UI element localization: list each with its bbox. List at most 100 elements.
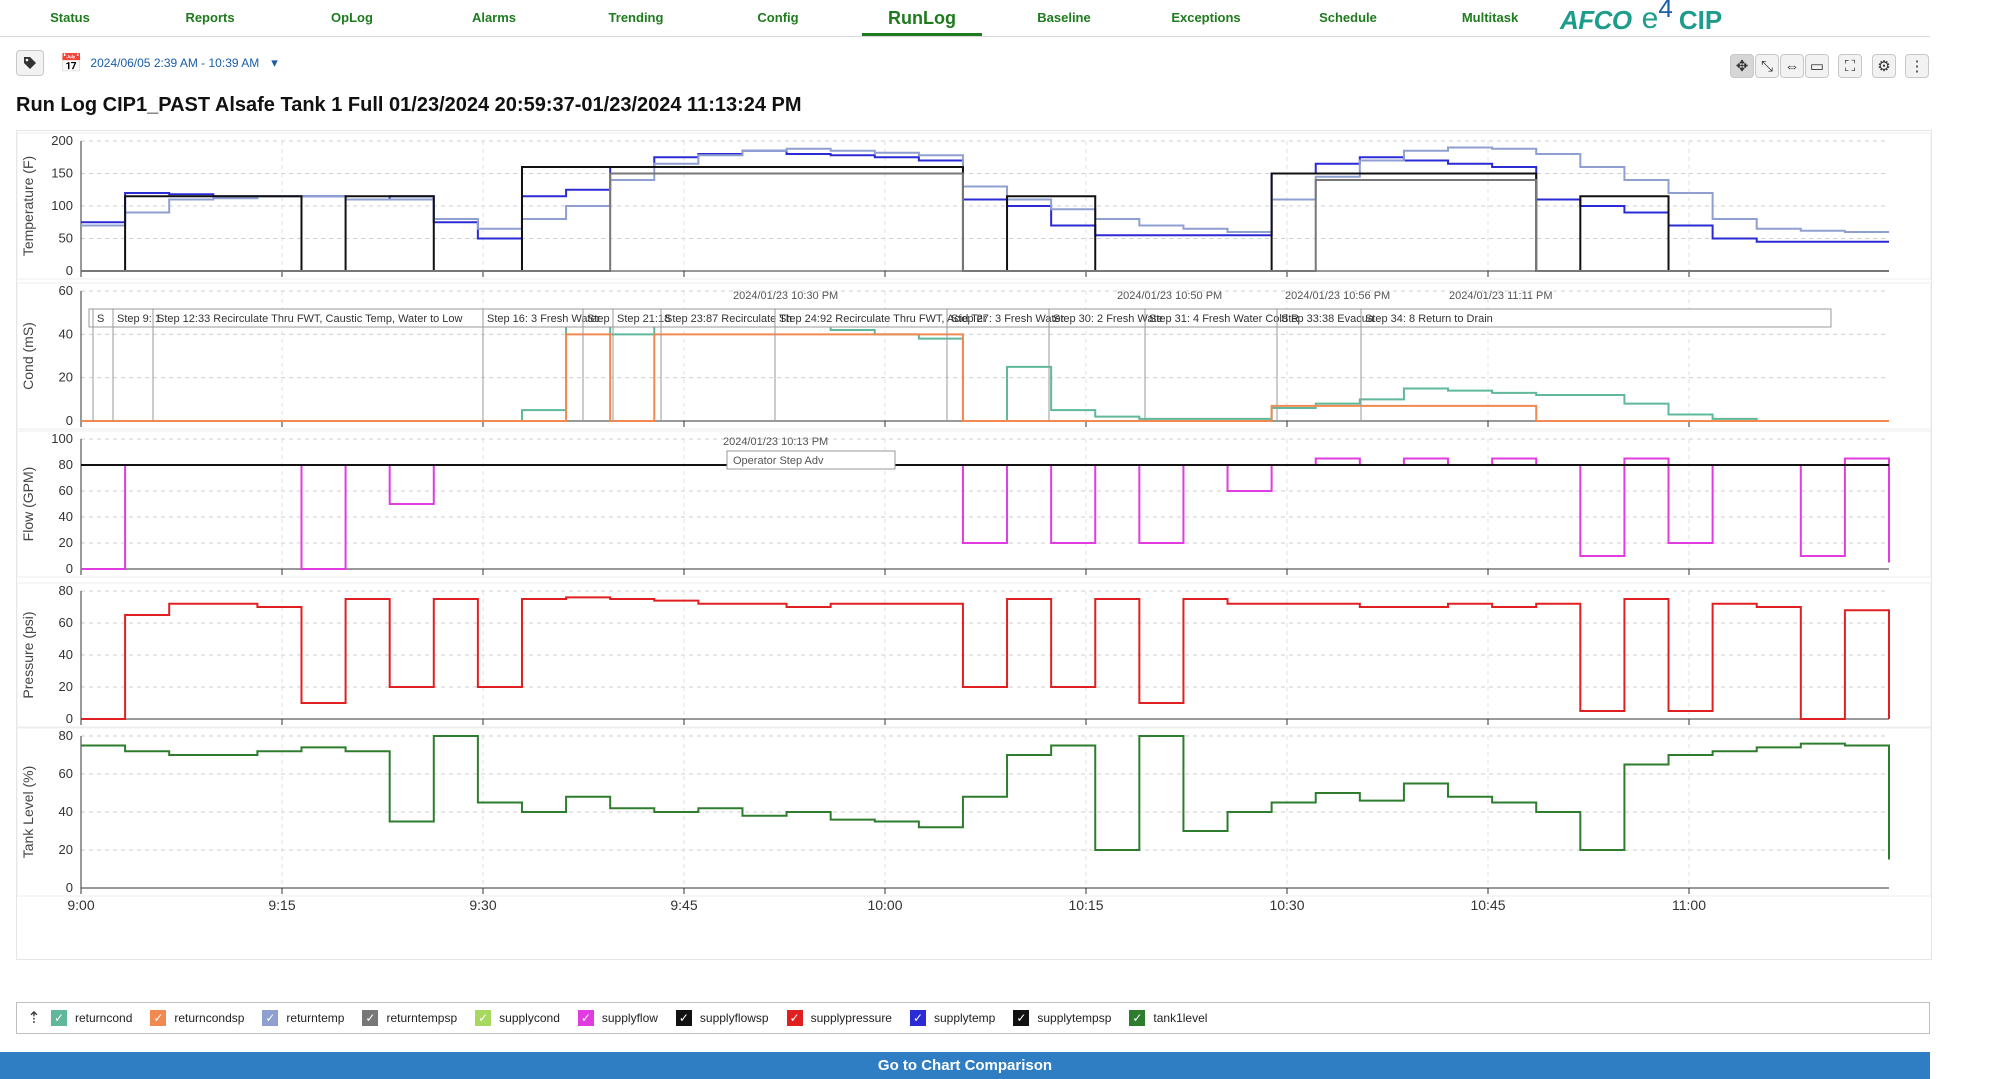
step-label[interactable]: Step 16: 3 Fresh Water [487, 313, 601, 325]
checkbox-icon[interactable]: ✓ [150, 1010, 167, 1026]
legend-item-supplytempsp[interactable]: ✓ supplytempsp [1013, 1010, 1111, 1026]
x-tick-label: 10:30 [1269, 897, 1304, 913]
step-label[interactable]: S [97, 313, 104, 325]
pan-icon[interactable]: ✥ [1730, 54, 1754, 78]
legend-label: returncondsp [174, 1011, 245, 1025]
brand-cip: CIP [1678, 5, 1723, 35]
chart-comparison-button[interactable]: Go to Chart Comparison [0, 1052, 1930, 1079]
step-label[interactable]: Step 23:87 Recirculate Th [665, 313, 792, 325]
legend-item-returntemp[interactable]: ✓ returntemp [262, 1010, 344, 1026]
chart-panel-2[interactable]: 100 80 60 40 20 0 Flow (GPM) 2024/01/23 10:13 P… [16, 430, 1932, 578]
fullscreen-icon[interactable]: ⛶ [1838, 54, 1862, 78]
more-vertical-icon[interactable]: ⋮ [1905, 54, 1929, 78]
nav-exceptions[interactable]: Exceptions [1146, 0, 1266, 36]
y-tick-label: 0 [66, 263, 73, 278]
legend-item-returntempsp[interactable]: ✓ returntempsp [362, 1010, 457, 1026]
nav-runlog[interactable]: RunLog [862, 0, 982, 36]
y-tick-label: 20 [59, 679, 73, 694]
date-range-text: 2024/06/05 2:39 AM - 10:39 AM [90, 56, 260, 70]
legend-label: supplypressure [810, 1011, 892, 1025]
legend-item-returncondsp[interactable]: ✓ returncondsp [150, 1010, 244, 1026]
nav-schedule[interactable]: Schedule [1288, 0, 1408, 36]
run-log-chart[interactable]: 200 150 100 50 0 Temperature (F) 60 40 20 0 Cond (… [16, 130, 1932, 960]
brand-e: e [1641, 2, 1659, 35]
brand-four: 4 [1658, 0, 1673, 23]
checkbox-icon[interactable]: ✓ [786, 1010, 803, 1026]
checkbox-icon[interactable]: ✓ [577, 1010, 594, 1026]
y-tick-label: 0 [66, 413, 73, 428]
checkbox-icon[interactable]: ✓ [909, 1010, 926, 1026]
step-label[interactable]: Step 21:18 [617, 313, 670, 325]
gear-icon[interactable]: ⚙ [1872, 54, 1896, 78]
step-label[interactable]: Step 27: 3 Fresh Water [951, 313, 1065, 325]
x-tick-label: 10:45 [1470, 897, 1505, 913]
y-tick-label: 60 [59, 766, 73, 781]
y-tick-label: 0 [66, 880, 73, 895]
legend-item-supplycond[interactable]: ✓ supplycond [475, 1010, 560, 1026]
nav-multitask[interactable]: Multitask [1430, 0, 1550, 36]
legend-item-returncond[interactable]: ✓ returncond [51, 1010, 132, 1026]
legend-item-tank1level[interactable]: ✓ tank1level [1129, 1010, 1207, 1026]
y-tick-label: 80 [59, 457, 73, 472]
tooltip-time: 2024/01/23 10:13 PM [723, 436, 828, 448]
y-tick-label: 100 [51, 198, 73, 213]
step-label[interactable]: Step 9: 1 [117, 313, 161, 325]
x-tick-label: 10:15 [1068, 897, 1103, 913]
step-time-label: 2024/01/23 10:50 PM [1117, 290, 1222, 302]
checkbox-icon[interactable]: ✓ [475, 1010, 492, 1026]
legend-collapse-icon[interactable]: ⇡ [17, 1008, 51, 1028]
zoom-x-icon[interactable]: ⇔ [1780, 54, 1804, 78]
step-label[interactable]: Step 34: 8 Return to Drain [1365, 313, 1493, 325]
nav-oplog[interactable]: OpLog [292, 0, 412, 36]
date-range-picker[interactable]: 📅 2024/06/05 2:39 AM - 10:39 AM ▾ [60, 50, 278, 76]
checkbox-icon[interactable]: ✓ [1129, 1010, 1146, 1026]
chart-svg[interactable]: 200150100500Temperature (F)6040200Cond (… [16, 131, 1932, 959]
chart-panel-0[interactable]: 200 150 100 50 0 Temperature (F) [16, 132, 1932, 280]
tag-icon[interactable] [16, 50, 44, 76]
chart-panel-3[interactable]: 80 60 40 20 0 Pressure (psi) [16, 582, 1932, 728]
y-tick-label: 200 [51, 133, 73, 148]
y-axis-label: Tank Level (%) [20, 766, 36, 859]
zoom-xy-icon[interactable]: ⤡ [1755, 54, 1779, 78]
select-icon[interactable]: ▭ [1805, 54, 1829, 78]
step-label[interactable]: Step [587, 313, 610, 325]
step-label[interactable]: Step 30: 2 Fresh Wate [1053, 313, 1163, 325]
x-tick-label: 9:00 [67, 897, 94, 913]
y-tick-label: 40 [59, 647, 73, 662]
chart-panel-1[interactable]: 60 40 20 0 Cond (mS) S Step 9: 1Step 12:33 Rec… [16, 282, 1932, 430]
brand-logo: AFCO e 4 CIP [1560, 0, 1723, 36]
page-title: Run Log CIP1_PAST Alsafe Tank 1 Full 01/… [16, 94, 802, 116]
chart-panel-4[interactable]: 80 60 40 20 0 Tank Level (%) [16, 727, 1932, 897]
nav-status[interactable]: Status [10, 0, 130, 36]
nav-reports[interactable]: Reports [150, 0, 270, 36]
panel-background [16, 282, 1932, 430]
y-tick-label: 150 [51, 166, 73, 181]
legend-item-supplypressure[interactable]: ✓ supplypressure [786, 1010, 892, 1026]
step-time-label: 2024/01/23 11:11 PM [1449, 290, 1553, 302]
checkbox-icon[interactable]: ✓ [51, 1010, 67, 1026]
y-tick-label: 40 [59, 509, 73, 524]
step-label[interactable]: Step 12:33 Recirculate Thru FWT, Caustic… [157, 313, 463, 325]
brand-afco: AFCO [1560, 5, 1632, 35]
checkbox-icon[interactable]: ✓ [675, 1010, 692, 1026]
chart-legend: ⇡ ✓ returncond ✓ returncondsp ✓ returntemp ✓ re… [16, 1002, 1930, 1034]
legend-item-supplyflowsp[interactable]: ✓ supplyflowsp [675, 1010, 769, 1026]
checkbox-icon[interactable]: ✓ [362, 1010, 379, 1026]
x-tick-label: 9:30 [469, 897, 496, 913]
y-axis-label: Pressure (psi) [20, 611, 36, 698]
checkbox-icon[interactable]: ✓ [262, 1010, 279, 1026]
legend-item-supplyflow[interactable]: ✓ supplyflow [577, 1010, 658, 1026]
y-axis-label: Temperature (F) [20, 156, 36, 256]
checkbox-icon[interactable]: ✓ [1013, 1010, 1030, 1026]
calendar-clock-icon: 📅 [60, 53, 83, 73]
legend-label: supplytempsp [1037, 1011, 1112, 1025]
nav-alarms[interactable]: Alarms [434, 0, 554, 36]
y-tick-label: 20 [59, 842, 73, 857]
x-tick-label: 10:00 [867, 897, 902, 913]
legend-item-supplytemp[interactable]: ✓ supplytemp [909, 1010, 995, 1026]
nav-baseline[interactable]: Baseline [1004, 0, 1124, 36]
nav-trending[interactable]: Trending [576, 0, 696, 36]
nav-config[interactable]: Config [718, 0, 838, 36]
x-tick-label: 9:15 [268, 897, 295, 913]
step-time-label: 2024/01/23 10:56 PM [1285, 290, 1390, 302]
